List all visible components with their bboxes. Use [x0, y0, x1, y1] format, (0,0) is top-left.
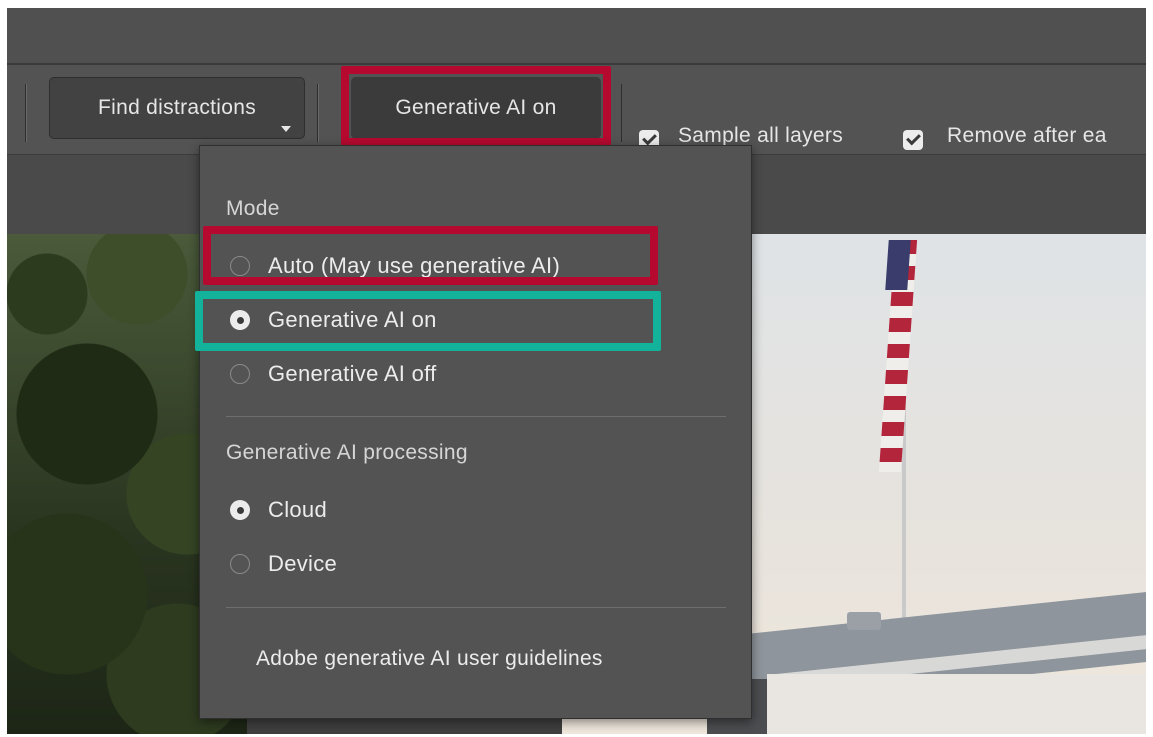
- mode-option-label: Generative AI on: [268, 307, 437, 332]
- radio-selected-icon: [230, 500, 250, 520]
- photo-building: [767, 674, 1146, 734]
- guidelines-link[interactable]: Adobe generative AI user guidelines: [256, 647, 603, 671]
- radio-selected-icon: [230, 310, 250, 330]
- processing-option-device[interactable]: Device: [230, 547, 337, 581]
- generative-ai-dropdown-menu: Mode Auto (May use generative AI) Genera…: [199, 145, 752, 719]
- processing-option-label: Device: [268, 551, 338, 576]
- photo-roof-vent: [847, 612, 881, 630]
- toolbar-separator: [318, 84, 319, 142]
- generative-ai-button[interactable]: Generative AI on: [351, 77, 601, 139]
- processing-heading: Generative AI processing: [226, 441, 468, 464]
- menu-divider: [226, 416, 726, 417]
- remove-after-label: Remove after ea: [947, 124, 1107, 147]
- toolbar-separator: [621, 84, 622, 142]
- radio-unselected-icon: [230, 364, 250, 384]
- mode-option-generative-ai-off[interactable]: Generative AI off: [230, 357, 437, 391]
- mode-option-auto[interactable]: Auto (May use generative AI): [230, 249, 560, 283]
- mode-option-label: Auto (May use generative AI): [268, 253, 561, 278]
- radio-unselected-icon: [230, 256, 250, 276]
- dropdown-corner-arrow-icon: [281, 126, 291, 132]
- photo-flag-canton: [885, 240, 911, 290]
- app-window: Find distractions Generative AI on Sampl…: [7, 8, 1146, 734]
- find-distractions-label: Find distractions: [98, 96, 256, 119]
- mode-heading: Mode: [226, 197, 280, 220]
- mode-option-generative-ai-on[interactable]: Generative AI on: [230, 303, 437, 337]
- radio-unselected-icon: [230, 554, 250, 574]
- remove-after-checkbox[interactable]: [903, 130, 923, 150]
- mode-option-label: Generative AI off: [268, 361, 437, 386]
- menu-divider: [226, 607, 726, 608]
- generative-ai-label: Generative AI on: [395, 96, 557, 119]
- toolbar-separator: [26, 84, 27, 142]
- processing-option-label: Cloud: [268, 497, 327, 522]
- processing-option-cloud[interactable]: Cloud: [230, 493, 327, 527]
- find-distractions-button[interactable]: Find distractions: [49, 77, 305, 139]
- title-bar: [7, 8, 1146, 63]
